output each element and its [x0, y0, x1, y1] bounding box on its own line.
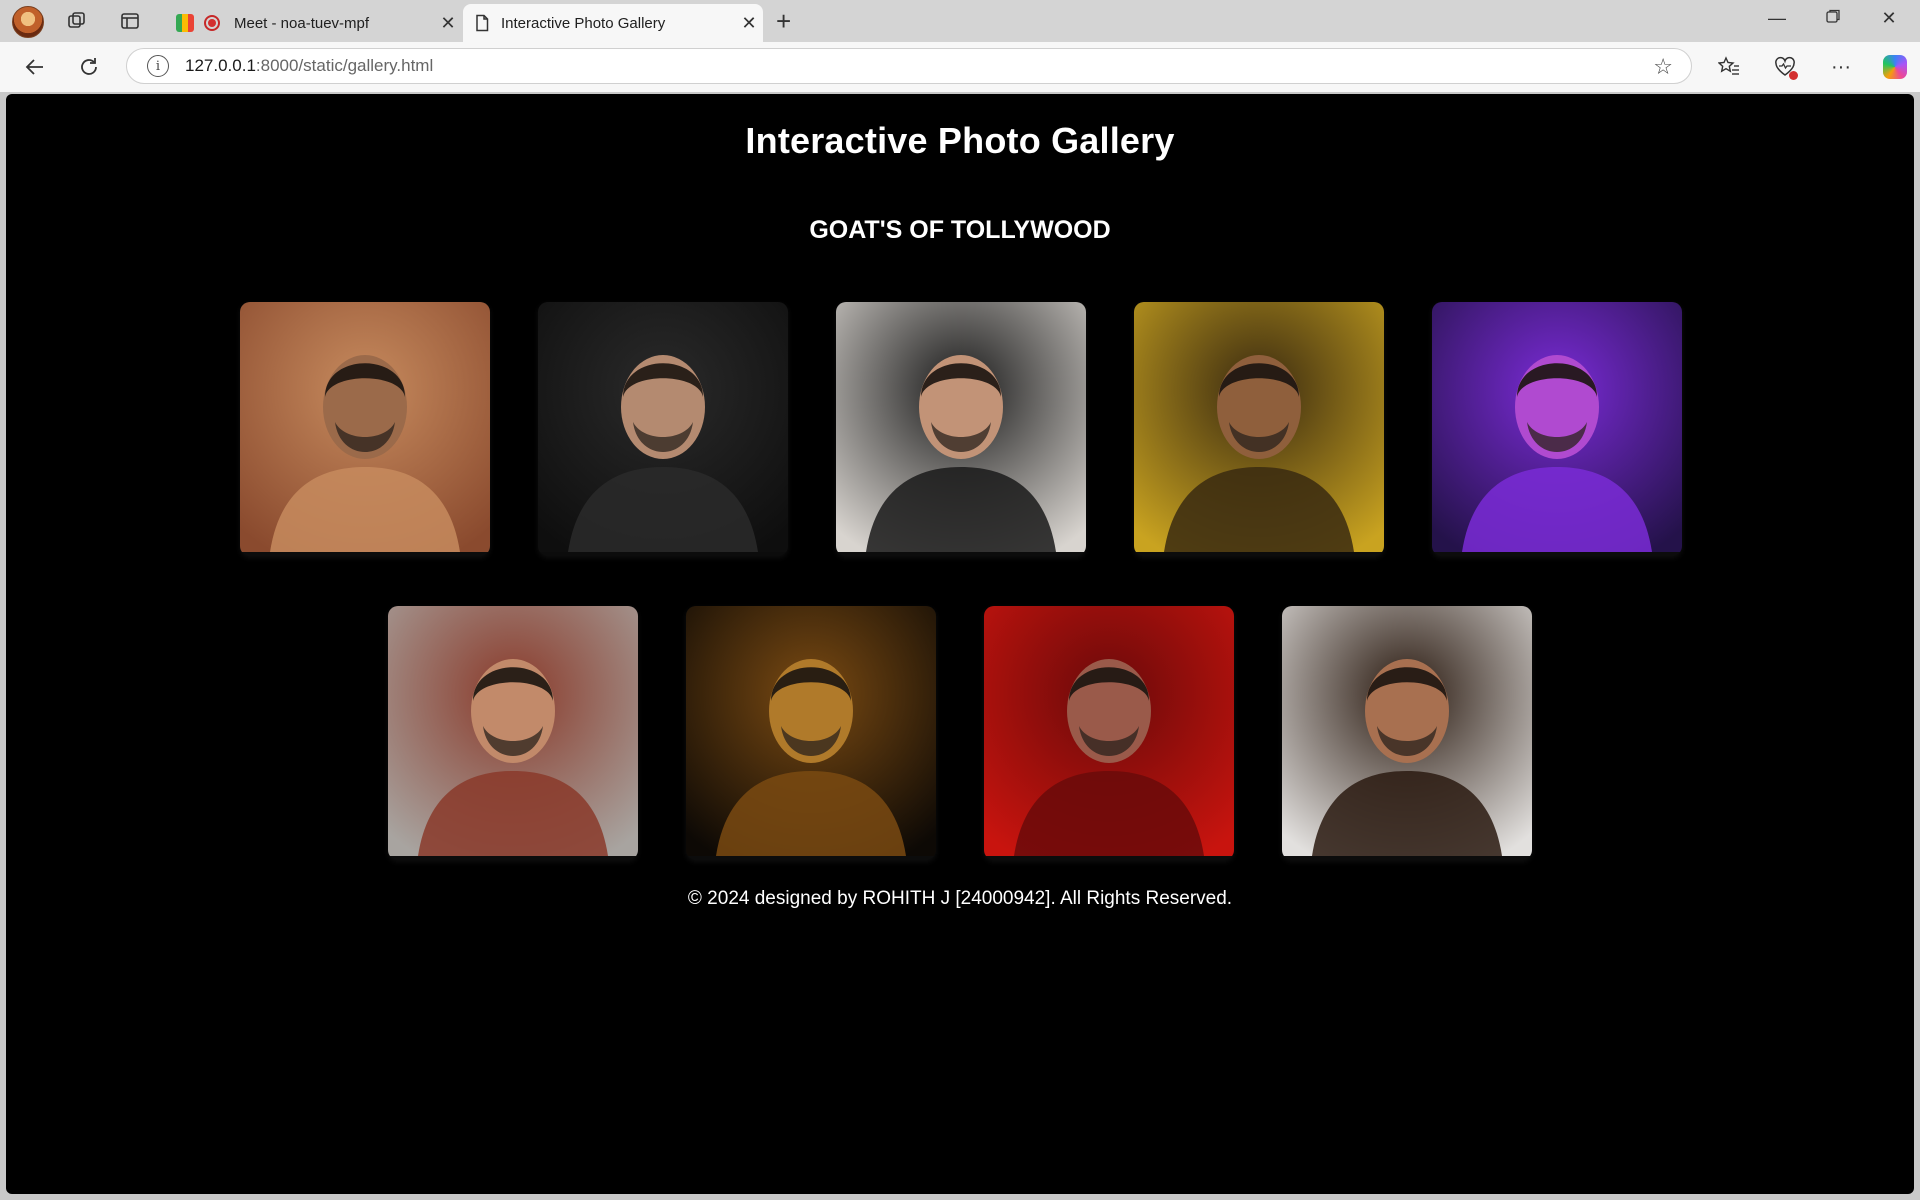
portrait-image — [1432, 302, 1682, 552]
gallery-photo[interactable] — [388, 606, 638, 860]
refresh-icon[interactable] — [74, 52, 104, 82]
portrait-image — [538, 302, 788, 552]
recording-icon — [204, 15, 220, 31]
gallery-photo[interactable] — [1432, 302, 1682, 556]
url-path: :8000/static/gallery.html — [255, 56, 434, 75]
close-window-icon[interactable]: ✕ — [1866, 8, 1912, 29]
alert-badge — [1789, 71, 1798, 80]
profile-avatar[interactable] — [12, 6, 44, 38]
gallery-photo[interactable] — [836, 302, 1086, 556]
gallery-photo[interactable] — [538, 302, 788, 556]
url-host: 127.0.0.1 — [185, 56, 256, 75]
copilot-icon[interactable] — [1880, 52, 1910, 82]
browser-toolbar: i 127.0.0.1:8000/static/gallery.html ☆ ·… — [0, 42, 1920, 92]
portrait-image — [836, 302, 1086, 552]
browser-essentials-icon[interactable] — [1770, 52, 1800, 82]
gallery-photo[interactable] — [240, 302, 490, 556]
favorite-star-icon[interactable]: ☆ — [1653, 54, 1673, 80]
tab-title: Interactive Photo Gallery — [501, 14, 666, 32]
portrait-image — [984, 606, 1234, 856]
tab-strip: Meet - noa-tuev-mpf ✕ Interactive Photo … — [0, 0, 1920, 42]
site-info-icon[interactable]: i — [147, 55, 169, 77]
workspaces-icon[interactable] — [64, 8, 90, 34]
portrait-image — [388, 606, 638, 856]
google-meet-icon — [176, 14, 194, 32]
footer-text: © 2024 designed by ROHITH J [24000942]. … — [687, 888, 1233, 909]
page-viewport: Interactive Photo Gallery GOAT'S OF TOLL… — [6, 94, 1914, 1194]
favorites-icon[interactable] — [1714, 52, 1744, 82]
gallery-photo[interactable] — [1282, 606, 1532, 860]
page-title: Interactive Photo Gallery — [745, 120, 1175, 161]
vertical-tabs-icon[interactable] — [117, 8, 143, 34]
portrait-image — [240, 302, 490, 552]
close-icon[interactable]: ✕ — [735, 13, 763, 34]
more-options-icon[interactable]: ··· — [1826, 52, 1856, 82]
portrait-image — [1282, 606, 1532, 856]
gallery-photo[interactable] — [1134, 302, 1384, 556]
tab-gallery[interactable]: Interactive Photo Gallery ✕ — [463, 4, 763, 42]
minimize-icon[interactable]: — — [1754, 8, 1800, 29]
page-subtitle: GOAT'S OF TOLLYWOOD — [809, 216, 1111, 244]
gallery-photo[interactable] — [686, 606, 936, 860]
new-tab-icon[interactable]: + — [776, 8, 791, 34]
restore-icon[interactable] — [1810, 8, 1856, 29]
page-icon — [476, 14, 489, 32]
gallery-photo[interactable] — [984, 606, 1234, 860]
back-arrow-icon[interactable] — [20, 52, 50, 82]
address-bar[interactable]: i 127.0.0.1:8000/static/gallery.html ☆ — [126, 48, 1692, 84]
portrait-image — [1134, 302, 1384, 552]
tab-title: Meet - noa-tuev-mpf — [234, 14, 370, 32]
portrait-image — [686, 606, 936, 856]
tab-meet[interactable]: Meet - noa-tuev-mpf ✕ — [166, 4, 462, 42]
close-icon[interactable]: ✕ — [434, 13, 462, 34]
